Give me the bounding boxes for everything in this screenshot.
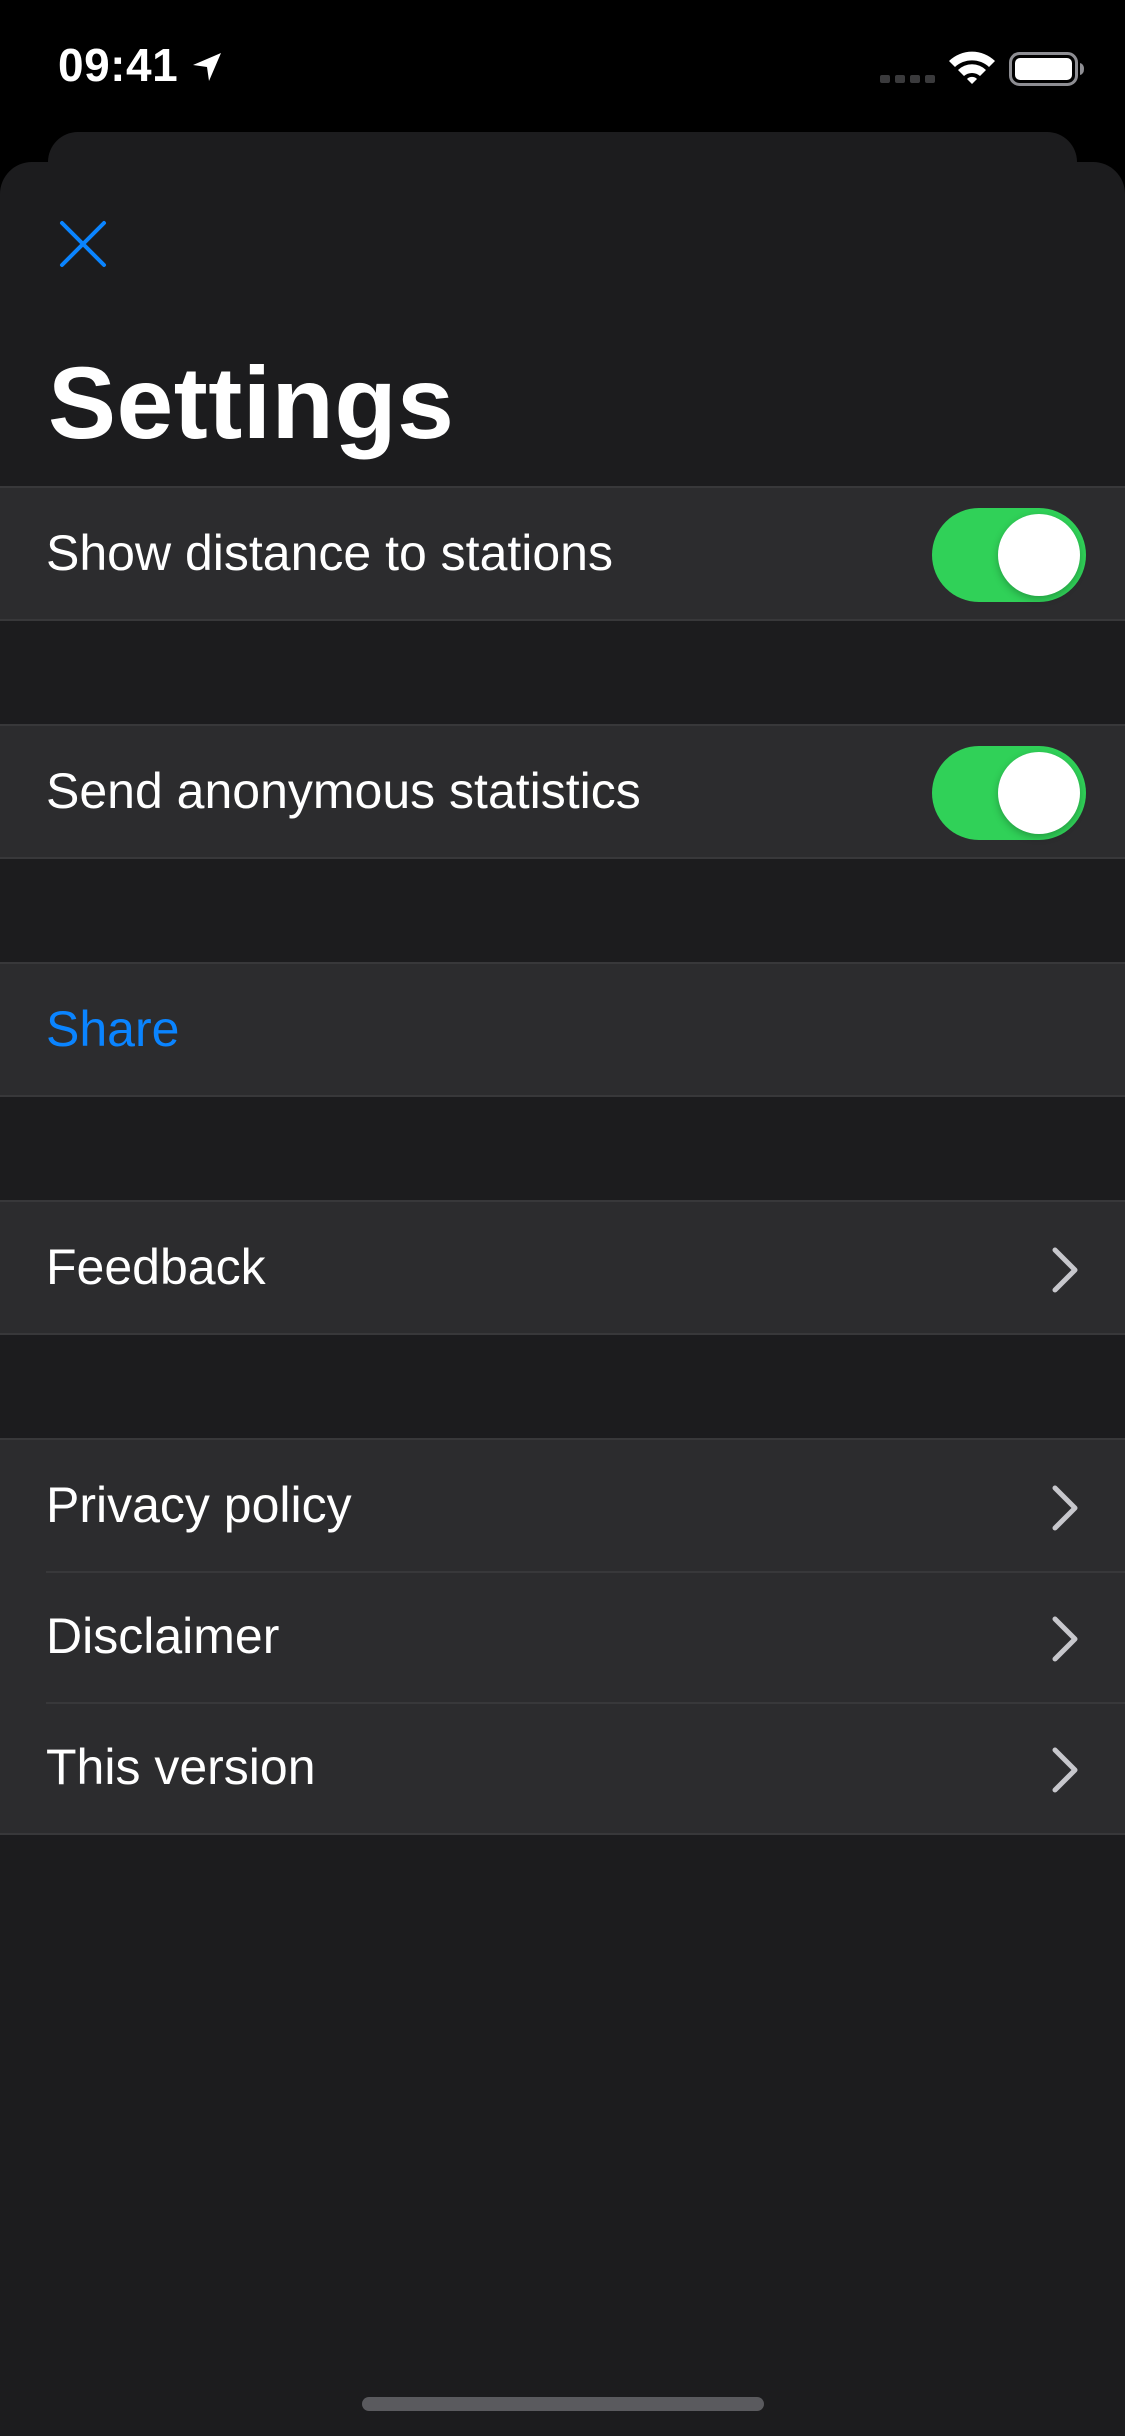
page-title: Settings [48, 346, 455, 460]
settings-group-feedback: Feedback [0, 1200, 1125, 1335]
settings-group-statistics: Send anonymous statistics [0, 724, 1125, 859]
close-icon[interactable] [56, 217, 110, 271]
this-version-label: This version [46, 1739, 316, 1795]
settings-group-info: Privacy policy Disclaimer This version [0, 1438, 1125, 1835]
toggle-knob [998, 514, 1080, 596]
feedback-row[interactable]: Feedback [0, 1202, 1125, 1333]
wifi-icon [949, 51, 995, 84]
show-distance-toggle[interactable] [932, 508, 1086, 602]
status-bar: 09:41 [0, 0, 1125, 130]
feedback-label: Feedback [46, 1239, 266, 1295]
settings-group-distance: Show distance to stations [0, 486, 1125, 621]
toggle-knob [998, 752, 1080, 834]
battery-icon [1009, 52, 1084, 86]
chevron-right-icon [1052, 1247, 1078, 1293]
show-distance-row: Show distance to stations [0, 488, 1125, 619]
location-arrow-icon [193, 53, 221, 81]
share-row[interactable]: Share [0, 964, 1125, 1095]
send-statistics-toggle[interactable] [932, 746, 1086, 840]
privacy-policy-label: Privacy policy [46, 1477, 352, 1533]
disclaimer-label: Disclaimer [46, 1608, 280, 1664]
chevron-right-icon [1052, 1616, 1078, 1662]
chevron-right-icon [1052, 1747, 1078, 1793]
show-distance-label: Show distance to stations [46, 525, 613, 581]
settings-group-share: Share [0, 962, 1125, 1097]
send-statistics-row: Send anonymous statistics [0, 726, 1125, 857]
home-indicator [362, 2397, 764, 2411]
send-statistics-label: Send anonymous statistics [46, 763, 641, 819]
chevron-right-icon [1052, 1485, 1078, 1531]
this-version-row[interactable]: This version [0, 1702, 1125, 1833]
privacy-policy-row[interactable]: Privacy policy [0, 1440, 1125, 1571]
status-time: 09:41 [58, 39, 179, 91]
cellular-signal-icon [880, 75, 935, 83]
share-button[interactable]: Share [46, 964, 179, 1095]
disclaimer-row[interactable]: Disclaimer [0, 1571, 1125, 1702]
